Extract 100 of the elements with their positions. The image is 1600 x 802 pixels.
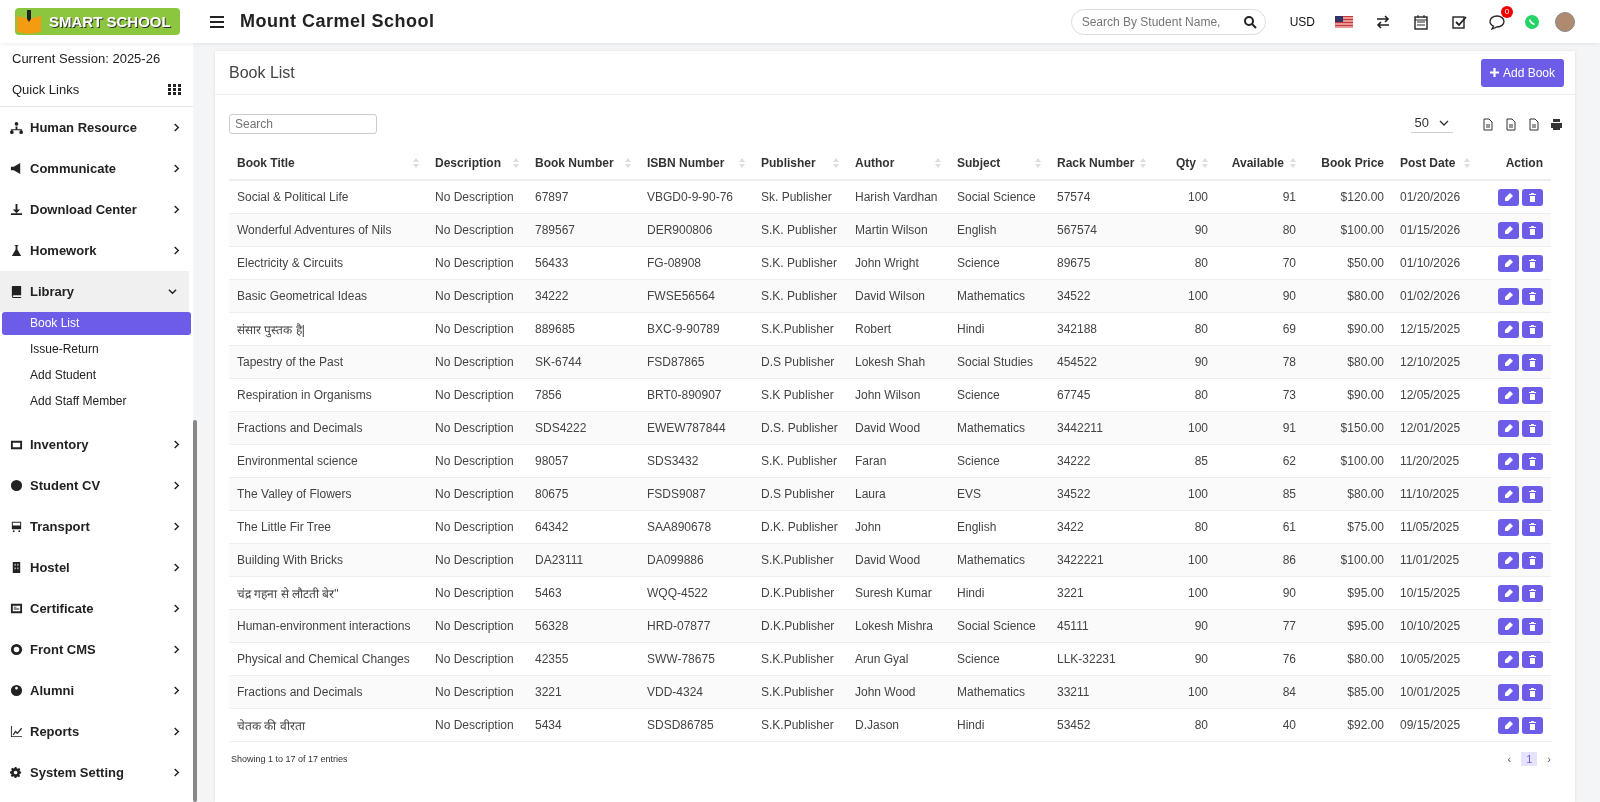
edit-button[interactable]: [1498, 188, 1519, 206]
edit-button[interactable]: [1498, 617, 1519, 635]
menu-icon[interactable]: [210, 15, 224, 28]
sidebar-item[interactable]: Inventory: [0, 424, 193, 465]
delete-button[interactable]: [1522, 650, 1543, 668]
column-header[interactable]: Post Date: [1400, 155, 1456, 170]
edit-button[interactable]: [1498, 551, 1519, 569]
table-cell: 100: [1154, 411, 1216, 445]
column-header[interactable]: ISBN Number: [647, 155, 725, 170]
sidebar-item[interactable]: Homework: [0, 230, 193, 271]
edit-button[interactable]: [1498, 419, 1519, 437]
column-header[interactable]: Book Price: [1321, 155, 1384, 170]
edit-button[interactable]: [1498, 683, 1519, 701]
quick-links-label[interactable]: Quick Links: [12, 81, 80, 97]
submenu-item[interactable]: Add Staff Member: [2, 390, 191, 413]
delete-button[interactable]: [1522, 353, 1543, 371]
edit-button[interactable]: [1498, 386, 1519, 404]
table-cell: 100: [1154, 279, 1216, 313]
delete-button[interactable]: [1522, 221, 1543, 239]
column-header[interactable]: Book Number: [535, 155, 614, 170]
sidebar-item[interactable]: Transport: [0, 506, 193, 547]
column-header[interactable]: Action: [1505, 155, 1543, 170]
edit-button[interactable]: [1498, 584, 1519, 602]
search-field[interactable]: Search By Student Name,: [1070, 8, 1266, 35]
print-icon[interactable]: [1550, 117, 1563, 131]
sidebar-item[interactable]: Reports: [0, 711, 193, 752]
sidebar-item[interactable]: Alumni: [0, 670, 193, 711]
next-page-link[interactable]: ›: [1545, 753, 1553, 765]
edit-button[interactable]: [1498, 650, 1519, 668]
column-header[interactable]: Description: [435, 155, 501, 170]
column-header[interactable]: Publisher: [761, 155, 816, 170]
delete-button[interactable]: [1522, 188, 1543, 206]
previous-page-link[interactable]: ‹: [1505, 753, 1514, 765]
currency-selector[interactable]: USD: [1289, 14, 1315, 29]
column-header[interactable]: Available: [1231, 155, 1284, 170]
submenu-item[interactable]: Add Student: [2, 364, 191, 387]
search-field[interactable]: Search: [229, 114, 377, 134]
delete-button[interactable]: [1522, 419, 1543, 437]
table-cell: 34222: [1049, 444, 1154, 478]
delete-button[interactable]: [1522, 551, 1543, 569]
delete-button[interactable]: [1522, 254, 1543, 272]
edit-button[interactable]: [1498, 716, 1519, 734]
edit-button[interactable]: [1498, 287, 1519, 305]
edit-button[interactable]: [1498, 518, 1519, 536]
column-header[interactable]: Book Title: [237, 155, 295, 170]
submenu-item[interactable]: Book List: [2, 312, 191, 335]
table-cell: 91: [1216, 180, 1304, 214]
edit-button[interactable]: [1498, 485, 1519, 503]
menu-item-icon: [10, 244, 23, 257]
delete-button[interactable]: [1522, 683, 1543, 701]
chevron-icon: [172, 164, 181, 173]
sidebar-item[interactable]: Human Resource: [0, 107, 193, 148]
delete-button[interactable]: [1522, 287, 1543, 305]
calendar-icon[interactable]: [1413, 13, 1429, 30]
column-header[interactable]: Author: [855, 155, 895, 170]
chat-icon[interactable]: [1489, 13, 1505, 30]
csv-icon[interactable]: [1504, 117, 1517, 131]
column-header[interactable]: Qty: [1176, 155, 1196, 170]
delete-button[interactable]: [1522, 320, 1543, 338]
page-link[interactable]: 1: [1521, 752, 1538, 766]
column-header[interactable]: Rack Number: [1057, 155, 1135, 170]
submenu-item[interactable]: Issue-Return: [2, 338, 191, 361]
scrollbar[interactable]: [193, 420, 197, 802]
excel-icon[interactable]: [1481, 117, 1494, 131]
delete-button[interactable]: [1522, 518, 1543, 536]
sidebar-item[interactable]: Library: [0, 271, 189, 312]
avatar[interactable]: [1555, 11, 1575, 32]
checkbox-icon[interactable]: [1451, 13, 1467, 30]
delete-button[interactable]: [1522, 452, 1543, 470]
column-header[interactable]: Subject: [957, 155, 1001, 170]
sidebar-item[interactable]: Certificate: [0, 588, 193, 629]
table-cell: $95.00: [1304, 576, 1392, 610]
delete-button[interactable]: [1522, 584, 1543, 602]
delete-button[interactable]: [1522, 485, 1543, 503]
add-book-button[interactable]: Add Book: [1480, 58, 1564, 87]
delete-button[interactable]: [1522, 716, 1543, 734]
delete-button[interactable]: [1522, 617, 1543, 635]
table-cell: $100.00: [1304, 444, 1392, 478]
flag-icon[interactable]: [1335, 15, 1353, 28]
edit-button[interactable]: [1498, 353, 1519, 371]
page-size-select[interactable]: 50: [1410, 115, 1453, 133]
table-cell: VBGD0-9-90-76: [639, 180, 753, 214]
edit-button[interactable]: [1498, 452, 1519, 470]
edit-button[interactable]: [1498, 221, 1519, 239]
table-cell: 53452: [1049, 708, 1154, 742]
table-cell: 61: [1216, 510, 1304, 544]
sidebar-item[interactable]: Front CMS: [0, 629, 193, 670]
sidebar-item[interactable]: Download Center: [0, 189, 193, 230]
pdf-icon[interactable]: [1527, 117, 1540, 131]
sidebar-item[interactable]: Student CV: [0, 465, 193, 506]
edit-button[interactable]: [1498, 320, 1519, 338]
sidebar-item[interactable]: Communicate: [0, 148, 193, 189]
grid-icon[interactable]: [168, 83, 181, 95]
edit-button[interactable]: [1498, 254, 1519, 272]
delete-button[interactable]: [1522, 386, 1543, 404]
menu-item-icon: [10, 438, 23, 451]
search-icon[interactable]: [1242, 14, 1257, 29]
sidebar-item[interactable]: System Setting: [0, 752, 193, 793]
swap-icon[interactable]: [1375, 13, 1391, 30]
sidebar-item[interactable]: Hostel: [0, 547, 193, 588]
